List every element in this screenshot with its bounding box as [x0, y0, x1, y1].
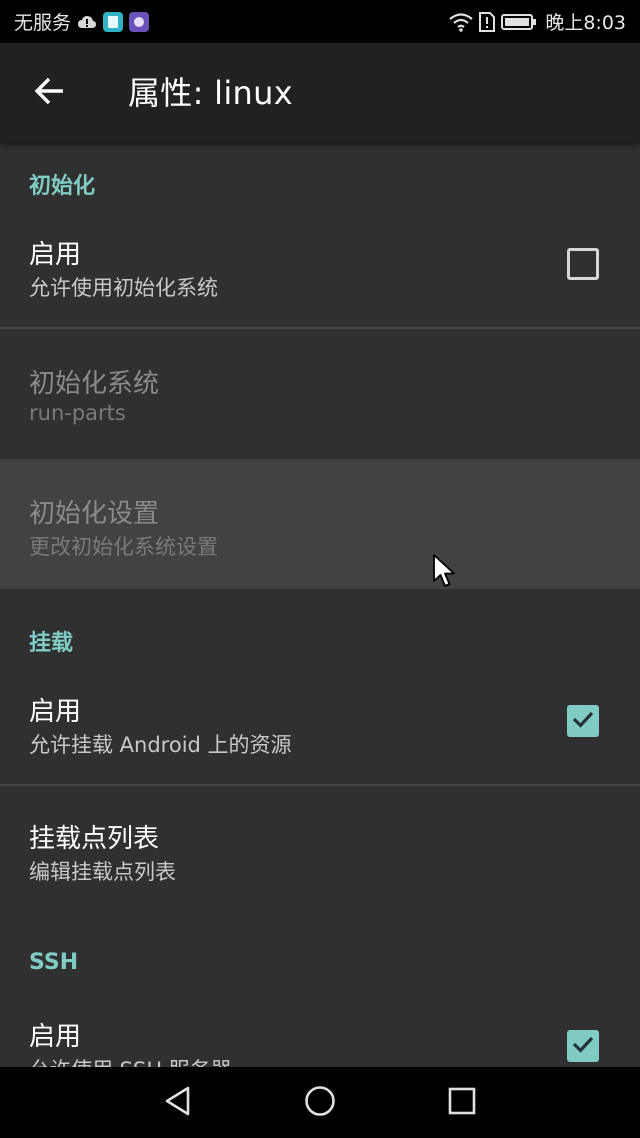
home-circle-icon — [304, 1085, 336, 1121]
pref-title: 挂载点列表 — [29, 824, 160, 854]
nav-recents-button[interactable] — [437, 1080, 487, 1126]
section-header-mount: 挂载 — [29, 631, 74, 656]
pref-summary: 允许挂载 Android 上的资源 — [29, 733, 292, 757]
pref-summary: 更改初始化系统设置 — [29, 535, 218, 559]
status-bar-left: 无服务 — [14, 0, 150, 43]
status-bar: 无服务 晚上8:03 — [0, 0, 640, 43]
navigation-bar — [0, 1067, 640, 1138]
back-button[interactable] — [22, 69, 78, 117]
cloud-icon — [77, 14, 97, 30]
pref-init-settings[interactable]: 初始化设置 更改初始化系统设置 — [0, 459, 640, 589]
pref-init-system[interactable]: 初始化系统 run-parts — [0, 329, 640, 459]
app-bar: 属性: linux — [0, 43, 640, 142]
pref-init-enable[interactable]: 启用 允许使用初始化系统 — [0, 202, 640, 328]
section-header-init: 初始化 — [29, 174, 96, 199]
back-triangle-icon — [163, 1085, 193, 1121]
page-title: 属性: linux — [128, 74, 293, 112]
pref-title: 启用 — [29, 697, 82, 727]
pref-title: 启用 — [29, 240, 82, 270]
sim-alert-icon — [479, 11, 496, 32]
pref-title: 初始化设置 — [29, 499, 160, 529]
pref-ssh-enable[interactable]: 启用 允许使用 SSH 服务器 — [0, 984, 640, 1067]
arrow-left-icon — [34, 77, 66, 109]
pref-summary: run-parts — [29, 401, 126, 425]
mouse-pointer-icon — [432, 553, 458, 593]
pref-summary: 编辑挂载点列表 — [29, 860, 176, 884]
check-icon — [571, 709, 595, 733]
status-bar-right: 晚上8:03 — [443, 0, 626, 43]
pref-summary: 允许使用 SSH 服务器 — [29, 1054, 232, 1067]
battery-icon — [501, 13, 537, 31]
recents-square-icon — [448, 1087, 476, 1119]
carrier-text: 无服务 — [14, 12, 72, 34]
book-app-icon — [103, 11, 124, 32]
section-header-ssh: SSH — [29, 950, 79, 975]
ssh-enable-checkbox[interactable] — [567, 1030, 599, 1062]
nav-home-button[interactable] — [295, 1080, 345, 1126]
pref-mount-points[interactable]: 挂载点列表 编辑挂载点列表 — [0, 786, 640, 916]
pref-title: 初始化系统 — [29, 369, 160, 399]
nav-back-button[interactable] — [153, 1080, 203, 1126]
preferences-list[interactable]: 初始化 启用 允许使用初始化系统 初始化系统 run-parts 初始化设置 更… — [0, 142, 640, 1067]
pref-summary: 允许使用初始化系统 — [29, 276, 218, 300]
init-enable-checkbox[interactable] — [567, 248, 599, 280]
clock-text: 晚上8:03 — [545, 12, 626, 34]
wifi-icon — [449, 12, 474, 32]
pref-mount-enable[interactable]: 启用 允许挂载 Android 上的资源 — [0, 659, 640, 785]
check-icon — [571, 1034, 595, 1058]
app-icon — [129, 11, 150, 32]
pref-title: 启用 — [29, 1022, 82, 1052]
mount-enable-checkbox[interactable] — [567, 705, 599, 737]
